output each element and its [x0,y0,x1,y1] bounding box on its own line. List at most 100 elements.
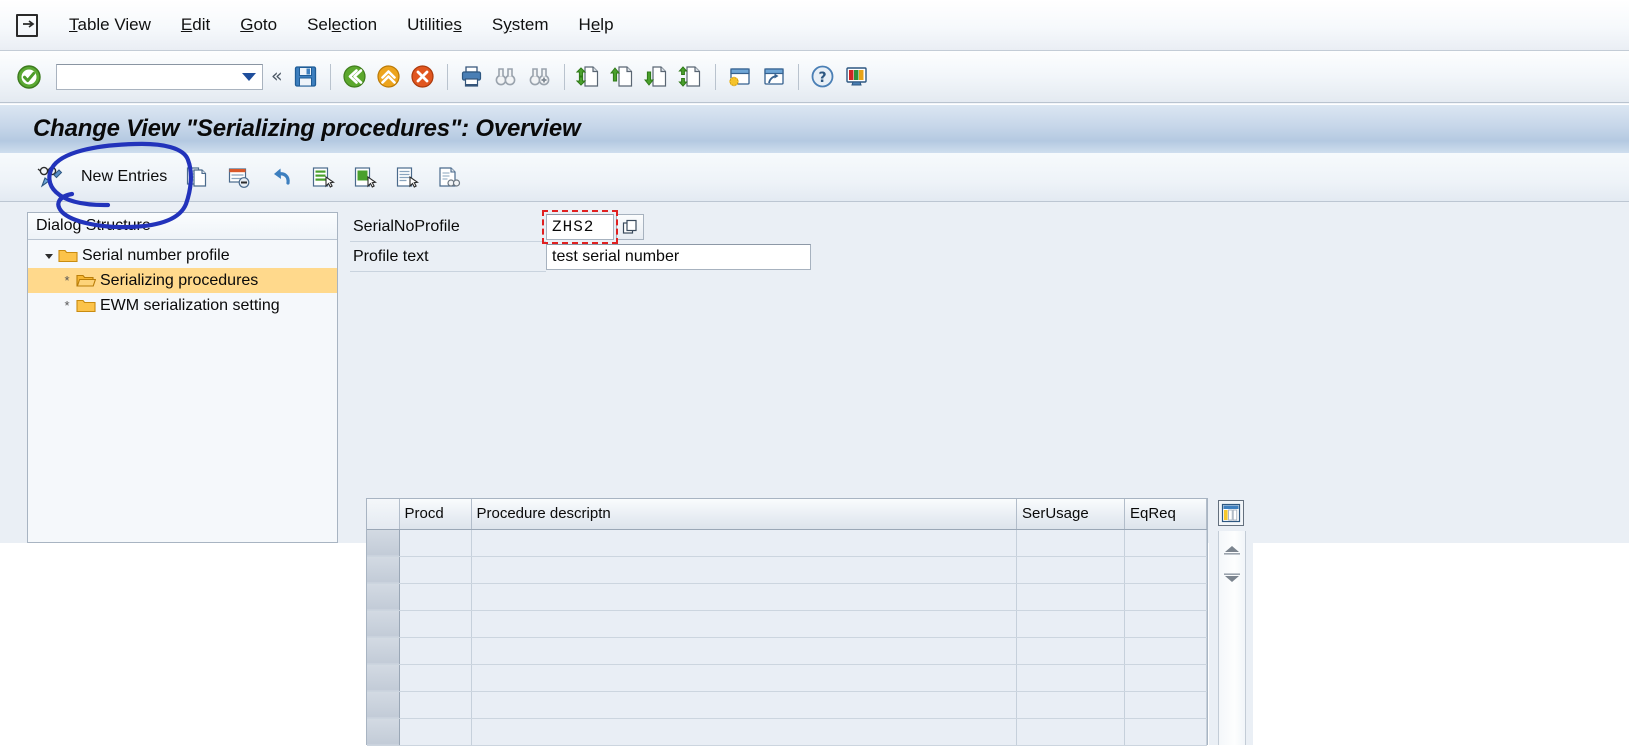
dialog-structure-panel: Dialog Structure Serial number profile * [27,212,338,543]
chevron-down-icon[interactable] [242,72,256,81]
cell-desc[interactable] [471,610,1017,638]
row-selector[interactable] [367,664,400,692]
cell-procd[interactable] [399,637,472,665]
cell-procd[interactable] [399,610,472,638]
menu-help[interactable]: Help [564,0,629,50]
first-page-button[interactable] [573,61,605,93]
cell-serusage[interactable] [1016,610,1125,638]
menu-selection[interactable]: Selection [292,0,392,50]
row-selector[interactable] [367,718,400,746]
menu-goto[interactable]: Goto [225,0,292,50]
cell-procd[interactable] [399,583,472,611]
row-selector[interactable] [367,583,400,611]
row-selector[interactable] [367,556,400,584]
back-button[interactable] [339,61,371,93]
cell-procd[interactable] [399,691,472,719]
print-button[interactable] [456,61,488,93]
menu-table-view[interactable]: Table View [54,0,166,50]
cancel-button[interactable] [407,61,439,93]
menu-utilities[interactable]: Utilities [392,0,477,50]
find-button[interactable] [490,61,522,93]
table-settings-icon[interactable] [1218,500,1244,526]
previous-page-button[interactable] [607,61,639,93]
cell-desc[interactable] [471,664,1017,692]
dialog-structure-tree: Serial number profile * Serializing proc… [28,240,337,318]
row-selector[interactable] [367,691,400,719]
serial-no-profile-field[interactable]: ZHS2 [546,214,614,240]
cell-procd[interactable] [399,718,472,746]
table-row[interactable] [367,664,1207,692]
select-all-button[interactable] [303,159,343,195]
double-chevron-left-icon[interactable]: « [271,67,283,86]
next-page-button[interactable] [641,61,673,93]
value-help-icon[interactable] [616,214,644,240]
cell-eqreq[interactable] [1124,664,1207,692]
table-row[interactable] [367,718,1207,746]
create-session-button[interactable] [724,61,756,93]
row-selector[interactable] [367,637,400,665]
profile-text-label: Profile text [350,242,546,272]
copy-as-button[interactable] [177,159,217,195]
cell-eqreq[interactable] [1124,637,1207,665]
profile-text-field[interactable]: test serial number [546,244,811,270]
new-entries-button[interactable]: New Entries [73,159,175,195]
create-shortcut-button[interactable] [758,61,790,93]
cell-eqreq[interactable] [1124,610,1207,638]
cell-desc[interactable] [471,556,1017,584]
find-next-button[interactable] [524,61,556,93]
cell-desc[interactable] [471,718,1017,746]
variable-list-button[interactable] [429,159,469,195]
table-row[interactable] [367,556,1207,584]
cell-serusage[interactable] [1016,556,1125,584]
delete-button[interactable] [219,159,259,195]
cell-serusage[interactable] [1016,718,1125,746]
deselect-all-button[interactable] [387,159,427,195]
row-selector[interactable] [367,610,400,638]
cell-procd[interactable] [399,556,472,584]
customize-layout-button[interactable] [841,61,873,93]
cell-eqreq[interactable] [1124,718,1207,746]
cell-desc[interactable] [471,583,1017,611]
tree-node-serial-number-profile[interactable]: Serial number profile [28,243,337,268]
cell-desc[interactable] [471,637,1017,665]
menu-system[interactable]: System [477,0,564,50]
column-header-eqreq[interactable]: EqReq [1124,499,1207,530]
help-button[interactable]: ? [807,61,839,93]
cell-eqreq[interactable] [1124,691,1207,719]
cell-eqreq[interactable] [1124,583,1207,611]
column-header-procd[interactable]: Procd [399,499,472,530]
tree-node-serializing-procedures[interactable]: * Serializing procedures [28,268,337,293]
select-block-button[interactable] [345,159,385,195]
cell-procd[interactable] [399,664,472,692]
table-row[interactable] [367,610,1207,638]
glasses-pencil-display-change-icon[interactable] [29,159,71,195]
cell-desc[interactable] [471,691,1017,719]
table-row[interactable] [367,637,1207,665]
expand-collapse-triangle-icon[interactable] [40,251,58,261]
last-page-button[interactable] [675,61,707,93]
command-field[interactable] [56,63,263,90]
table-vertical-scrollbar[interactable] [1218,531,1246,745]
dialog-structure-header: Dialog Structure [28,213,337,240]
cell-serusage[interactable] [1016,583,1125,611]
scroll-down-arrow-icon[interactable] [1219,567,1245,591]
cell-serusage[interactable] [1016,664,1125,692]
cell-eqreq[interactable] [1124,556,1207,584]
column-header-serusage[interactable]: SerUsage [1016,499,1125,530]
exit-window-icon[interactable] [16,14,40,37]
table-row[interactable] [367,583,1207,611]
column-header-procedure-descriptn[interactable]: Procedure descriptn [471,499,1017,530]
save-button[interactable] [290,61,322,93]
menu-edit[interactable]: Edit [166,0,225,50]
exit-button[interactable] [373,61,405,93]
green-check-enter-icon[interactable] [13,61,45,93]
table-row[interactable] [367,691,1207,719]
cell-serusage[interactable] [1016,691,1125,719]
tree-node-ewm-serialization-setting[interactable]: * EWM serialization setting [28,293,337,318]
leaf-bullet-icon: * [64,273,70,288]
undo-button[interactable] [261,159,301,195]
select-all-rows-header[interactable] [367,499,400,530]
cell-serusage[interactable] [1016,637,1125,665]
scroll-up-arrow-icon[interactable] [1219,537,1245,561]
table-body [367,529,1207,746]
